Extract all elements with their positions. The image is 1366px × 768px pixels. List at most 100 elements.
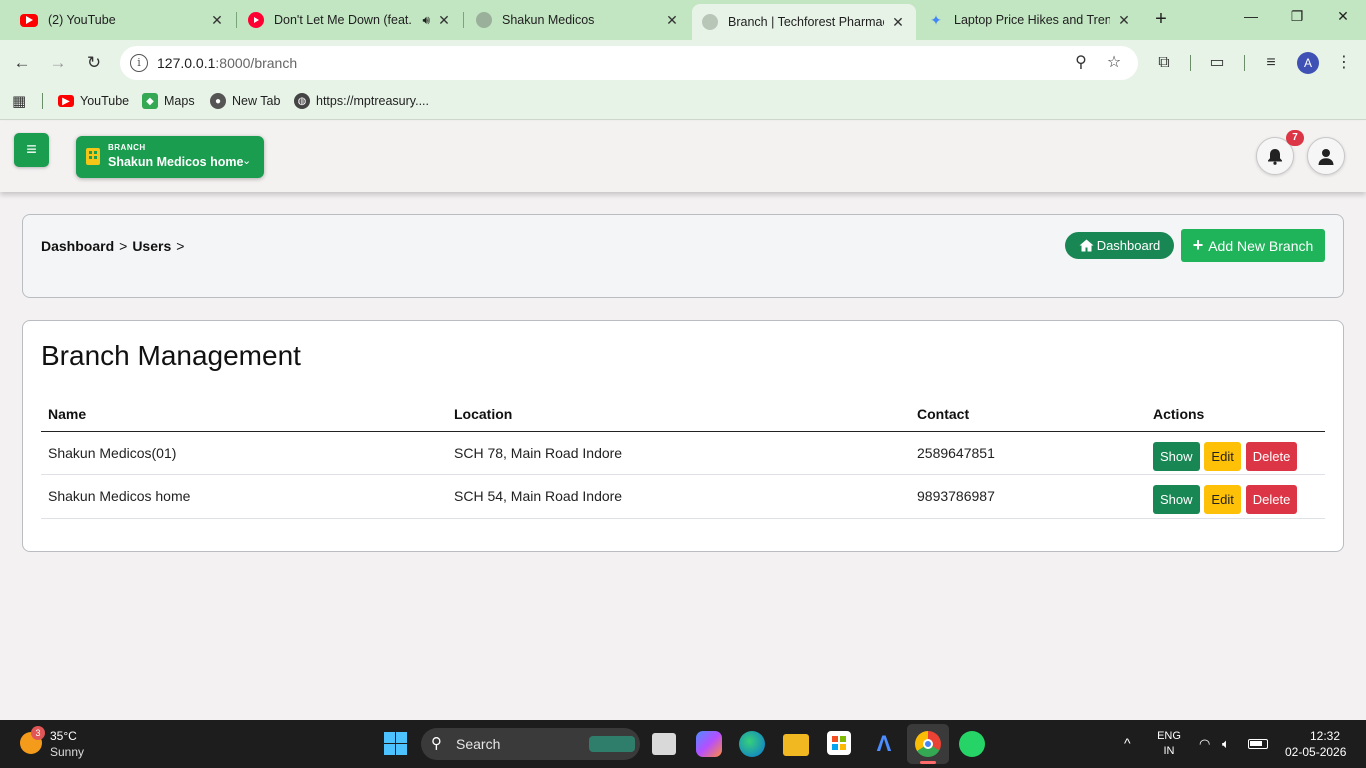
dashboard-button[interactable]: Dashboard [1065, 232, 1174, 259]
clock-time[interactable]: 12:32 [1310, 729, 1340, 743]
apps-grid-icon[interactable]: ▦ [12, 92, 26, 110]
zoom-icon[interactable]: ⚲ [1070, 52, 1092, 74]
branch-selector[interactable]: BRANCH Shakun Medicos home ⌄ [76, 136, 264, 178]
cell-name: Shakun Medicos(01) [41, 431, 447, 475]
search-icon: ⚲ [431, 735, 442, 752]
taskbar-search[interactable]: ⚲ Search [421, 728, 640, 760]
bookmarks-bar [0, 86, 1366, 120]
globe-icon [476, 12, 492, 28]
add-new-branch-button[interactable]: + Add New Branch [1181, 229, 1325, 262]
menu-toggle-button[interactable]: ≡ [14, 133, 49, 167]
cell-name: Shakun Medicos home [41, 474, 447, 519]
close-window-button[interactable]: ✕ [1328, 8, 1358, 25]
bookmark-youtube[interactable]: ▶ YouTube [58, 92, 129, 110]
toolbar-separator [1244, 55, 1245, 71]
bookmark-separator [42, 93, 43, 109]
delete-button[interactable]: Delete [1245, 485, 1298, 515]
tab-shakun[interactable]: Shakun Medicos ✕ [466, 4, 690, 36]
cast-icon[interactable]: ▭ [1206, 52, 1228, 74]
volume-icon[interactable]: 🔈︎ [1222, 736, 1230, 752]
minimize-button[interactable]: — [1236, 8, 1266, 24]
table-header-row: Name Location Contact Actions [41, 398, 1325, 432]
tab-laptop[interactable]: ✦ Laptop Price Hikes and Trends ✕ [918, 4, 1142, 36]
wifi-icon[interactable]: ◠ [1199, 736, 1210, 752]
close-tab-icon[interactable]: ✕ [664, 12, 680, 29]
building-icon [86, 148, 100, 165]
weather-description[interactable]: Sunny [50, 745, 84, 759]
weather-temperature[interactable]: 35°C [50, 729, 77, 743]
new-tab-button[interactable]: + [1150, 8, 1172, 30]
bookmark-maps[interactable]: ◆ Maps [142, 92, 195, 110]
reload-button[interactable]: ↻ [82, 52, 106, 76]
bookmark-new-tab[interactable]: ● New Tab [210, 92, 280, 110]
column-header-location: Location [447, 398, 910, 432]
youtube-icon: ▶ [58, 95, 74, 107]
tab-title: Branch | Techforest Pharmacy [728, 15, 884, 29]
user-icon [1318, 148, 1334, 165]
back-button[interactable]: ← [10, 52, 34, 76]
profile-avatar[interactable]: A [1297, 52, 1319, 74]
notification-count-badge: 7 [1286, 130, 1304, 146]
extensions-icon[interactable]: ⧉ [1153, 52, 1175, 74]
speaker-icon[interactable]: 🔊︎ [422, 13, 430, 28]
weather-badge: 3 [31, 726, 45, 740]
bell-icon [1268, 148, 1282, 165]
home-icon [1079, 239, 1094, 252]
show-button[interactable]: Show [1153, 485, 1200, 515]
column-header-name: Name [41, 398, 447, 432]
app-a-icon[interactable]: Λ [871, 731, 897, 757]
cell-location: SCH 54, Main Road Indore [447, 474, 910, 519]
show-button[interactable]: Show [1153, 441, 1200, 471]
microsoft-store-icon[interactable] [827, 731, 851, 755]
edit-button[interactable]: Edit [1204, 441, 1241, 471]
windows-start-icon[interactable] [384, 732, 407, 755]
tab-branch-active[interactable]: Branch | Techforest Pharmacy ✕ [692, 4, 916, 40]
show-hidden-icons[interactable]: ^ [1124, 735, 1131, 751]
globe-icon [702, 14, 718, 30]
bookmark-mptreasury[interactable]: ◍ https://mptreasury.... [294, 92, 429, 110]
youtube-music-icon [248, 12, 264, 28]
breadcrumb-dashboard[interactable]: Dashboard [41, 238, 114, 254]
close-tab-icon[interactable]: ✕ [1116, 12, 1132, 29]
tab-title: Don't Let Me Down (feat. [274, 13, 412, 27]
task-view-icon[interactable] [652, 733, 676, 755]
user-profile-button[interactable] [1307, 137, 1345, 175]
close-tab-icon[interactable]: ✕ [890, 14, 906, 31]
tab-title: Shakun Medicos [502, 13, 595, 27]
bookmark-star-icon[interactable]: ☆ [1103, 52, 1125, 74]
delete-button[interactable]: Delete [1245, 441, 1298, 471]
clock-date[interactable]: 02-05-2026 [1285, 745, 1346, 759]
language-indicator[interactable]: ENG IN [1155, 730, 1183, 757]
battery-icon[interactable] [1248, 739, 1268, 749]
cell-actions: Show Edit Delete [1146, 431, 1325, 475]
column-header-contact: Contact [910, 398, 1146, 432]
copilot-icon[interactable] [696, 731, 722, 757]
menu-dots-icon[interactable]: ⋮ [1333, 52, 1355, 74]
tab-separator [463, 12, 464, 28]
tab-music[interactable]: Don't Let Me Down (feat. 🔊︎ ✕ [238, 4, 462, 36]
restore-button[interactable]: ❐ [1282, 8, 1312, 25]
edge-icon[interactable] [739, 731, 765, 757]
tab-separator [236, 12, 237, 28]
breadcrumb: Dashboard > Users > [41, 238, 185, 254]
close-tab-icon[interactable]: ✕ [436, 12, 452, 29]
url-text[interactable]: 127.0.0.1:8000/branch [157, 55, 297, 71]
branch-table: Name Location Contact Actions Shakun Med… [41, 398, 1325, 519]
youtube-icon [20, 13, 38, 27]
tab-title: (2) YouTube [48, 13, 116, 27]
cell-contact: 2589647851 [910, 431, 1146, 475]
file-explorer-icon[interactable] [783, 734, 809, 756]
chrome-icon-center [923, 739, 933, 749]
breadcrumb-users[interactable]: Users [132, 238, 171, 254]
column-header-actions: Actions [1146, 398, 1325, 432]
close-tab-icon[interactable]: ✕ [209, 12, 225, 29]
media-queue-icon[interactable]: ≡ [1260, 52, 1282, 74]
forward-button[interactable]: → [46, 52, 70, 76]
whatsapp-icon[interactable] [959, 731, 985, 757]
cell-actions: Show Edit Delete [1146, 474, 1325, 519]
tab-youtube[interactable]: (2) YouTube ✕ [10, 4, 235, 36]
site-info-icon[interactable]: i [130, 54, 148, 72]
chrome-icon: ● [210, 93, 226, 109]
edit-button[interactable]: Edit [1204, 485, 1241, 515]
cell-contact: 9893786987 [910, 474, 1146, 519]
